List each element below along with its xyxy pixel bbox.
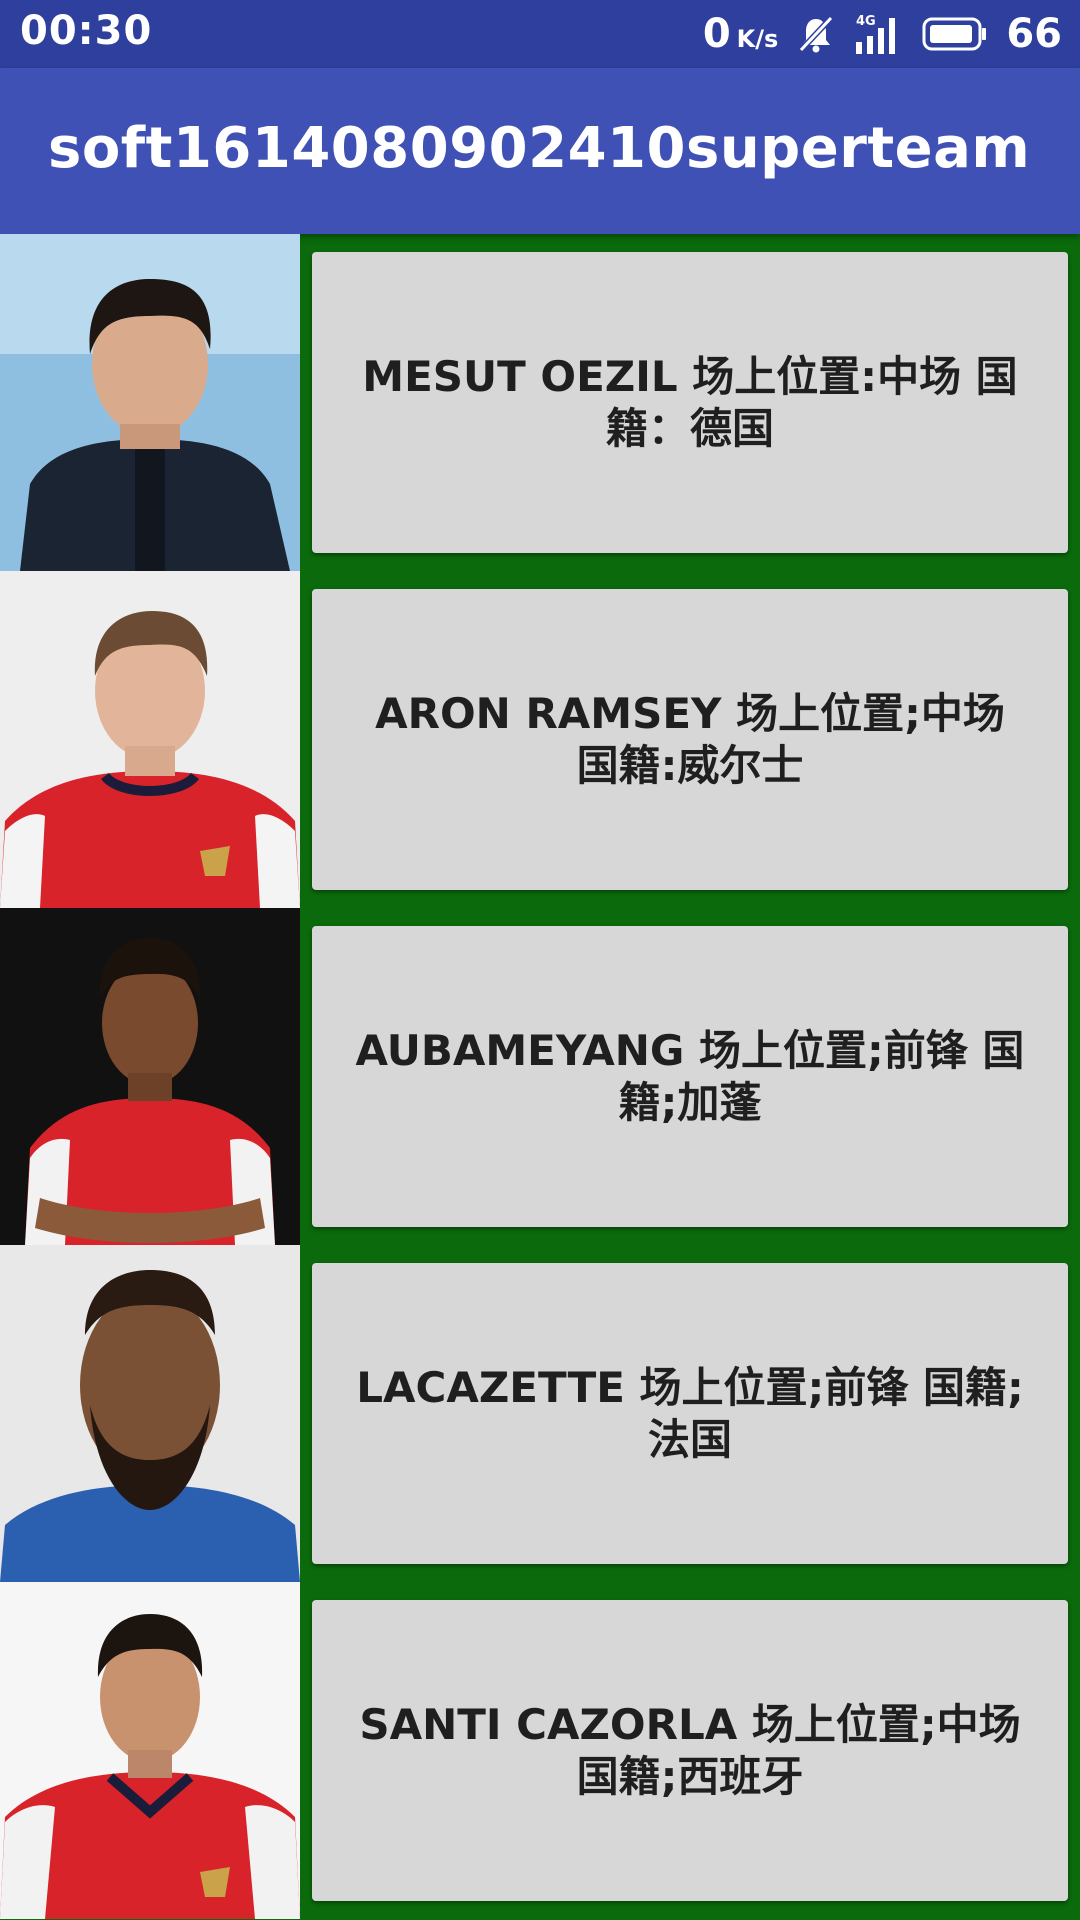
player-photo-lacazette	[0, 1245, 300, 1582]
player-info-text: ARON RAMSEY 场上位置;中场 国籍:威尔士	[375, 688, 1005, 790]
player-card[interactable]: AUBAMEYANG 场上位置;前锋 国籍;加蓬	[312, 926, 1068, 1227]
player-info-text: AUBAMEYANG 场上位置;前锋 国籍;加蓬	[355, 1025, 1025, 1127]
list-item: MESUT OEZIL 场上位置:中场 国籍：德国	[0, 234, 1080, 571]
list-item: SANTI CAZORLA 场上位置;中场 国籍;西班牙	[0, 1582, 1080, 1919]
list-item: LACAZETTE 场上位置;前锋 国籍;法国	[0, 1245, 1080, 1582]
net-speed-unit: K/s	[736, 25, 779, 53]
battery-icon	[922, 16, 988, 52]
player-card[interactable]: ARON RAMSEY 场上位置;中场 国籍:威尔士	[312, 589, 1068, 890]
net-speed: 0 K/s	[703, 11, 779, 57]
status-icons: 0 K/s 4G 66	[703, 8, 1062, 60]
mute-icon	[796, 14, 836, 54]
network-type: 4G	[856, 14, 876, 29]
status-bar: 00:30 0 K/s 4G 66	[0, 0, 1080, 68]
net-speed-value: 0	[702, 11, 731, 57]
page-title: soft1614080902410superteam	[48, 116, 1031, 181]
player-photo-cazorla	[0, 1582, 300, 1919]
signal-icon: 4G	[854, 12, 904, 56]
player-list[interactable]: MESUT OEZIL 场上位置:中场 国籍：德国 ARON RAMSEY 场上…	[0, 234, 1080, 1920]
player-info-text: MESUT OEZIL 场上位置:中场 国籍：德国	[362, 351, 1018, 453]
list-item: AUBAMEYANG 场上位置;前锋 国籍;加蓬	[0, 908, 1080, 1245]
player-photo-aubameyang	[0, 908, 300, 1245]
list-item: ARON RAMSEY 场上位置;中场 国籍:威尔士	[0, 571, 1080, 908]
player-info-text: SANTI CAZORLA 场上位置;中场 国籍;西班牙	[359, 1699, 1021, 1801]
status-time: 00:30	[20, 8, 153, 54]
player-card[interactable]: MESUT OEZIL 场上位置:中场 国籍：德国	[312, 252, 1068, 553]
app-bar: soft1614080902410superteam	[0, 68, 1080, 234]
player-photo-ramsey	[0, 571, 300, 908]
battery-level: 66	[1006, 11, 1062, 57]
player-info-text: LACAZETTE 场上位置;前锋 国籍;法国	[356, 1362, 1024, 1464]
player-card[interactable]: SANTI CAZORLA 场上位置;中场 国籍;西班牙	[312, 1600, 1068, 1901]
player-card[interactable]: LACAZETTE 场上位置;前锋 国籍;法国	[312, 1263, 1068, 1564]
player-photo-oezil	[0, 234, 300, 571]
